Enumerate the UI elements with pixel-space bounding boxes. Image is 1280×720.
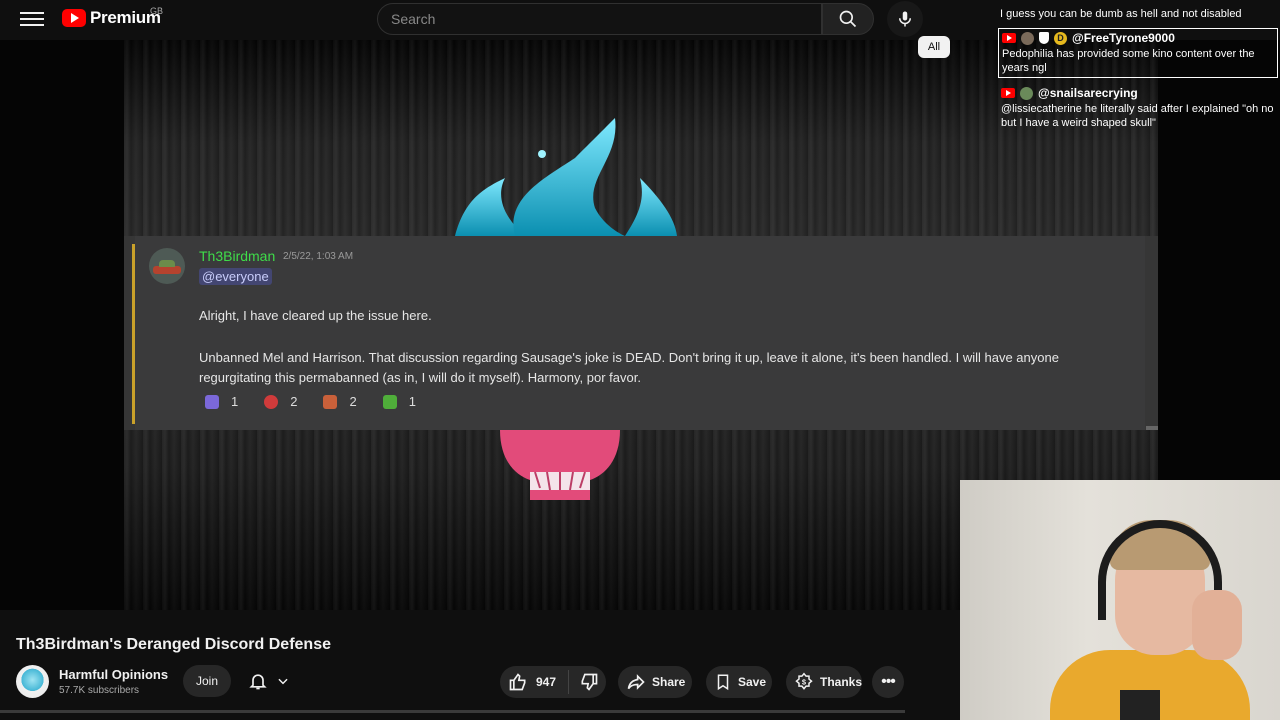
chat-author: @snailsarecrying bbox=[1038, 86, 1138, 100]
search-button[interactable] bbox=[822, 3, 874, 35]
dislike-button[interactable] bbox=[569, 672, 599, 692]
more-horizontal-icon: ••• bbox=[881, 673, 896, 690]
reaction: 1 bbox=[377, 392, 422, 411]
thumbs-up-icon bbox=[509, 673, 526, 691]
avatar bbox=[1020, 86, 1033, 100]
message-line-1: Alright, I have cleared up the issue her… bbox=[199, 308, 432, 323]
thanks-button[interactable]: $ Thanks bbox=[786, 666, 862, 698]
chevron-down-icon bbox=[278, 678, 288, 685]
reaction-emoji-icon bbox=[264, 394, 279, 409]
reaction-count: 2 bbox=[290, 394, 298, 409]
youtube-badge-icon bbox=[1002, 33, 1016, 43]
more-actions-button[interactable]: ••• bbox=[872, 666, 904, 698]
share-arrow-icon bbox=[627, 674, 645, 690]
chat-message: D @FreeTyrone9000 Pedophilia has provide… bbox=[998, 28, 1278, 78]
reaction: 2 bbox=[317, 392, 362, 411]
chat-author-row: @snailsarecrying bbox=[1001, 86, 1275, 100]
member-badge-icon: D bbox=[1054, 31, 1067, 45]
avatar bbox=[149, 248, 185, 284]
bell-icon bbox=[249, 674, 267, 690]
bookmark-icon bbox=[717, 674, 729, 691]
reaction: 1 bbox=[199, 392, 244, 411]
chat-message: @snailsarecrying @lissiecatherine he lit… bbox=[998, 84, 1278, 132]
region-code: GB bbox=[150, 6, 164, 16]
video-title: Th3Birdman's Deranged Discord Defense bbox=[16, 636, 331, 653]
svg-text:$: $ bbox=[802, 677, 807, 686]
reaction: 2 bbox=[258, 392, 303, 411]
video-info: Th3Birdman's Deranged Discord Defense Ha… bbox=[0, 610, 960, 720]
share-button[interactable]: Share bbox=[618, 666, 692, 698]
youtube-logo-icon bbox=[62, 9, 86, 27]
thanks-label: Thanks bbox=[819, 675, 862, 689]
shield-badge-icon bbox=[1039, 32, 1049, 44]
save-button[interactable]: Save bbox=[706, 666, 772, 698]
chat-text: Pedophilia has provided some kino conten… bbox=[1002, 48, 1255, 74]
search-input[interactable] bbox=[378, 4, 821, 34]
divider bbox=[0, 710, 905, 713]
join-button[interactable]: Join bbox=[183, 665, 231, 697]
discord-message-screenshot: Th3Birdman 2/5/22, 1:03 AM @everyone Alr… bbox=[124, 236, 1158, 430]
blue-flame-graphic bbox=[455, 118, 677, 236]
youtube-premium-logo[interactable]: Premium GB bbox=[62, 6, 164, 28]
message-line-2: Unbanned Mel and Harrison. That discussi… bbox=[199, 350, 1059, 385]
discord-message: Th3Birdman 2/5/22, 1:03 AM @everyone Alr… bbox=[135, 236, 1145, 430]
microphone-icon bbox=[899, 11, 911, 27]
thanks-icon: $ bbox=[795, 672, 813, 690]
chat-author-row: D @FreeTyrone9000 bbox=[1002, 31, 1274, 45]
message-username: Th3Birdman bbox=[199, 248, 276, 264]
webcam-overlay bbox=[960, 480, 1280, 720]
save-label: Save bbox=[738, 675, 767, 689]
scroll-indicator bbox=[1146, 426, 1158, 430]
chat-text: @lissiecatherine he literally said after… bbox=[1001, 103, 1274, 129]
chat-author: @FreeTyrone9000 bbox=[1072, 31, 1175, 45]
reaction-emoji-icon bbox=[323, 394, 338, 409]
pink-skull-graphic bbox=[500, 430, 620, 500]
message-timestamp: 2/5/22, 1:03 AM bbox=[283, 251, 354, 262]
share-label: Share bbox=[652, 675, 686, 689]
like-dislike-group: 947 bbox=[500, 666, 606, 698]
like-button[interactable]: 947 bbox=[500, 670, 570, 694]
voice-search-button[interactable] bbox=[887, 1, 923, 37]
avatar bbox=[1021, 31, 1034, 45]
notification-bell-button[interactable] bbox=[241, 665, 297, 697]
search-box bbox=[377, 3, 822, 35]
reaction-emoji-icon bbox=[382, 394, 397, 409]
thumbs-down-icon bbox=[581, 673, 598, 691]
reaction-count: 1 bbox=[408, 394, 416, 409]
hamburger-icon[interactable] bbox=[18, 8, 46, 32]
youtube-badge-icon bbox=[1001, 88, 1015, 98]
highlight-bar bbox=[132, 244, 135, 424]
reaction-count: 2 bbox=[349, 394, 357, 409]
chat-message-partial: I guess you can be dumb as hell and not … bbox=[1000, 8, 1242, 20]
filter-chip-all[interactable]: All bbox=[918, 36, 950, 58]
channel-avatar[interactable] bbox=[16, 665, 49, 698]
channel-name[interactable]: Harmful Opinions bbox=[59, 667, 168, 682]
like-count: 947 bbox=[536, 675, 557, 689]
reaction-emoji-icon bbox=[205, 394, 219, 409]
reactions-row: 1 2 2 1 bbox=[199, 392, 422, 411]
subscriber-count: 57.7K subscribers bbox=[59, 685, 140, 696]
search-icon bbox=[839, 10, 857, 28]
reaction-count: 1 bbox=[231, 394, 239, 409]
everyone-mention: @everyone bbox=[199, 268, 272, 285]
